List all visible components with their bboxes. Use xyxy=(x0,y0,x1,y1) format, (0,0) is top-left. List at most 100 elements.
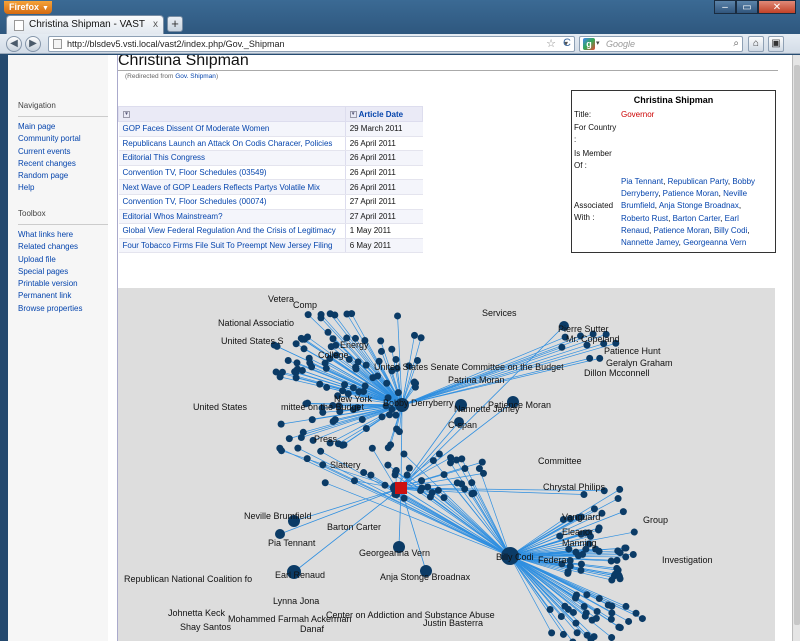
article-link[interactable]: Convention TV, Floor Schedules (03549) xyxy=(123,168,267,177)
graph-node[interactable] xyxy=(632,609,640,617)
graph-node[interactable] xyxy=(638,615,646,623)
engine-dropdown-icon[interactable]: ▾ xyxy=(596,37,600,51)
graph-node[interactable] xyxy=(571,594,579,602)
graph-node[interactable] xyxy=(616,485,624,493)
sidebar-item-help[interactable]: Help xyxy=(18,182,108,194)
scrollbar-thumb[interactable] xyxy=(794,65,800,625)
graph-node[interactable] xyxy=(297,434,305,442)
graph-node[interactable] xyxy=(411,331,419,339)
graph-node[interactable] xyxy=(343,310,351,318)
graph-node[interactable] xyxy=(377,337,385,345)
graph-node[interactable] xyxy=(350,477,358,485)
graph-node[interactable] xyxy=(546,606,554,614)
graph-node[interactable] xyxy=(479,469,487,477)
graph-node[interactable] xyxy=(608,602,616,610)
graph-node[interactable] xyxy=(595,547,603,555)
google-engine-icon[interactable]: g xyxy=(583,38,595,50)
graph-node[interactable] xyxy=(285,435,293,443)
graph-node[interactable] xyxy=(405,464,413,472)
graph-node[interactable] xyxy=(607,615,615,623)
sidebar-item-related-changes[interactable]: Related changes xyxy=(18,241,108,253)
associated-link[interactable]: Nannette Jamey xyxy=(621,238,679,247)
graph-node[interactable] xyxy=(298,367,306,375)
graph-node[interactable] xyxy=(429,457,437,465)
sidebar-item-upload-file[interactable]: Upload file xyxy=(18,254,108,266)
graph-node[interactable] xyxy=(362,361,370,369)
graph-node[interactable] xyxy=(580,602,588,610)
graph-node[interactable] xyxy=(557,612,565,620)
graph-node[interactable] xyxy=(386,411,394,419)
article-link[interactable]: Republicans Launch an Attack On Codis Ch… xyxy=(123,139,333,148)
maximize-button[interactable]: ▭ xyxy=(736,0,758,14)
graph-node[interactable] xyxy=(453,456,461,464)
graph-node[interactable] xyxy=(331,416,339,424)
search-icon[interactable]: ⌕ xyxy=(733,37,739,51)
graph-node[interactable] xyxy=(629,551,637,559)
graph-node[interactable] xyxy=(607,557,615,565)
home-button[interactable]: ⌂ xyxy=(748,36,764,52)
sidebar-item-printable-version[interactable]: Printable version xyxy=(18,278,108,290)
associated-link[interactable]: Roberto Rust xyxy=(621,214,668,223)
date-column-header[interactable]: ▾ Article Date xyxy=(344,106,424,122)
graph-node[interactable] xyxy=(362,425,370,433)
reload-button[interactable]: C xyxy=(560,36,574,52)
graph-node[interactable] xyxy=(621,544,629,552)
article-link[interactable]: Editorial This Congress xyxy=(123,153,206,162)
graph-node[interactable] xyxy=(478,458,486,466)
graph-node[interactable] xyxy=(324,328,332,336)
sidebar-item-random-page[interactable]: Random page xyxy=(18,170,108,182)
address-bar[interactable]: http://blsdev5.vsti.local/vast2/index.ph… xyxy=(48,36,575,52)
focus-node[interactable] xyxy=(395,482,407,494)
graph-node[interactable] xyxy=(583,591,591,599)
graph-node[interactable] xyxy=(417,487,425,495)
graph-node[interactable] xyxy=(358,416,366,424)
bookmark-star-icon[interactable]: ☆ xyxy=(546,37,556,51)
article-link[interactable]: Convention TV, Floor Schedules (00074) xyxy=(123,197,267,206)
graph-node[interactable] xyxy=(619,508,627,516)
graph-node[interactable] xyxy=(586,354,594,362)
graph-node[interactable] xyxy=(410,378,418,386)
graph-node[interactable] xyxy=(300,345,308,353)
graph-node[interactable] xyxy=(417,334,425,342)
graph-node[interactable] xyxy=(577,566,585,574)
graph-node[interactable] xyxy=(608,634,616,641)
graph-node[interactable] xyxy=(574,552,582,560)
graph-node[interactable] xyxy=(381,481,389,489)
sidebar-item-recent-changes[interactable]: Recent changes xyxy=(18,158,108,170)
graph-node[interactable] xyxy=(622,553,630,561)
graph-node[interactable] xyxy=(580,490,588,498)
addon-button[interactable]: ▣ xyxy=(768,36,784,52)
graph-node[interactable] xyxy=(595,524,603,532)
graph-node[interactable] xyxy=(341,381,349,389)
graph-node[interactable] xyxy=(581,612,589,620)
graph-node[interactable] xyxy=(418,477,426,485)
graph-node[interactable] xyxy=(592,614,600,622)
article-link[interactable]: GOP Faces Dissent Of Moderate Women xyxy=(123,124,270,133)
forward-button[interactable]: ▶ xyxy=(25,36,41,52)
graph-node[interactable] xyxy=(435,450,443,458)
article-link[interactable]: Global View Federal Regulation And the C… xyxy=(123,226,336,235)
search-input[interactable]: g ▾ Google ⌕ xyxy=(579,36,743,52)
graph-node[interactable] xyxy=(630,528,638,536)
graph-node[interactable] xyxy=(392,411,400,419)
graph-node[interactable] xyxy=(564,569,572,577)
graph-node[interactable] xyxy=(303,455,311,463)
graph-node[interactable] xyxy=(277,420,285,428)
graph-node[interactable] xyxy=(369,374,377,382)
graph-node[interactable] xyxy=(400,494,408,502)
graph-node[interactable] xyxy=(559,630,567,638)
article-link[interactable]: Editorial Whos Mainstream? xyxy=(123,212,223,221)
sidebar-item-special-pages[interactable]: Special pages xyxy=(18,266,108,278)
graph-node[interactable] xyxy=(317,447,325,455)
graph-node[interactable] xyxy=(284,356,292,364)
sort-icon[interactable]: ▾ xyxy=(349,110,357,118)
minimize-button[interactable]: – xyxy=(714,0,736,14)
graph-node[interactable] xyxy=(590,633,598,641)
graph-node[interactable] xyxy=(595,595,603,603)
graph-node[interactable] xyxy=(561,602,569,610)
graph-node[interactable] xyxy=(468,479,476,487)
graph-node[interactable] xyxy=(292,340,300,348)
graph-node[interactable] xyxy=(403,471,411,479)
redirect-link[interactable]: Gov. Shipman xyxy=(175,73,216,80)
graph-node[interactable] xyxy=(387,441,395,449)
